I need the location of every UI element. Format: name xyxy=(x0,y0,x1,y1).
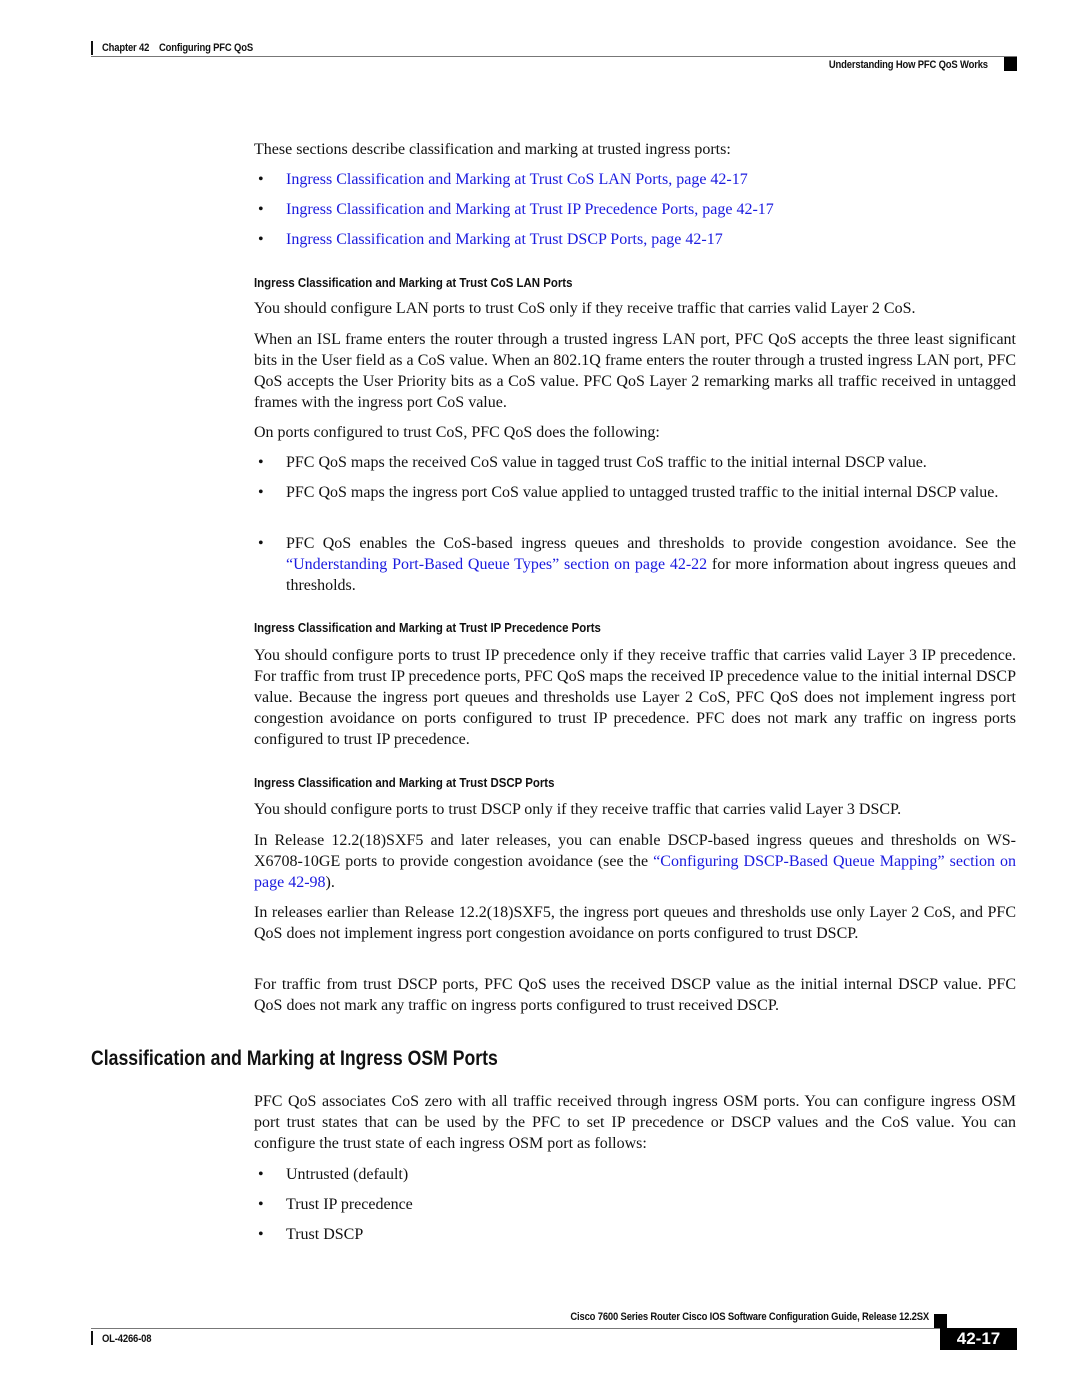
footer-left-bar xyxy=(91,1331,93,1345)
cos-paragraph-1: You should configure LAN ports to trust … xyxy=(254,300,916,317)
bullet-icon: • xyxy=(258,1166,264,1183)
bullet-icon: • xyxy=(258,171,264,188)
bullet-icon: • xyxy=(258,231,264,248)
heading-trust-ip-precedence: Ingress Classification and Marking at Tr… xyxy=(254,620,601,635)
bullet-text-pre: PFC QoS enables the CoS-based ingress qu… xyxy=(286,535,1016,552)
bullet-text: Trust IP precedence xyxy=(286,1196,413,1213)
bullet-icon: • xyxy=(258,201,264,218)
dscp-paragraph-3: In releases earlier than Release 12.2(18… xyxy=(254,904,1016,942)
osm-paragraph-1: PFC QoS associates CoS zero with all tra… xyxy=(254,1093,1016,1152)
intro-text: These sections describe classification a… xyxy=(254,141,731,158)
link-trust-ip-precedence[interactable]: Ingress Classification and Marking at Tr… xyxy=(286,199,1016,220)
heading-trust-cos: Ingress Classification and Marking at Tr… xyxy=(254,275,573,290)
header-left-bar xyxy=(91,41,93,55)
link-trust-cos-lan[interactable]: Ingress Classification and Marking at Tr… xyxy=(286,169,1016,190)
header-chapter: Chapter 42 Configuring PFC QoS xyxy=(102,42,253,54)
footer-rule xyxy=(91,1328,941,1329)
cos-paragraph-3: On ports configured to trust CoS, PFC Qo… xyxy=(254,424,660,441)
ipprec-paragraph-1: You should configure ports to trust IP p… xyxy=(254,647,1016,748)
link-trust-dscp[interactable]: Ingress Classification and Marking at Tr… xyxy=(286,229,1016,250)
bullet-text: PFC QoS enables the CoS-based ingress qu… xyxy=(286,533,1016,596)
bullet-text: Trust DSCP xyxy=(286,1226,364,1243)
cos-paragraph-2: When an ISL frame enters the router thro… xyxy=(254,331,1016,411)
bullet-icon: • xyxy=(258,1226,264,1243)
footer-doc-id: OL-4266-08 xyxy=(102,1333,152,1345)
chapter-title: Configuring PFC QoS xyxy=(159,42,253,54)
heading-ingress-osm-ports: Classification and Marking at Ingress OS… xyxy=(91,1047,498,1070)
dscp-paragraph-1: You should configure ports to trust DSCP… xyxy=(254,801,902,818)
link-port-based-queue-types[interactable]: “Understanding Port-Based Queue Types” s… xyxy=(286,556,707,573)
chapter-number: Chapter 42 xyxy=(102,42,150,54)
header-right-block xyxy=(1004,57,1017,71)
bullet-icon: • xyxy=(258,454,264,471)
footer-guide-title: Cisco 7600 Series Router Cisco IOS Softw… xyxy=(570,1311,929,1323)
bullet-icon: • xyxy=(258,1196,264,1213)
dscp-paragraph-2: In Release 12.2(18)SXF5 and later releas… xyxy=(254,830,1016,893)
page-number: 42-17 xyxy=(940,1328,1017,1350)
bullet-text: PFC QoS maps the ingress port CoS value … xyxy=(286,484,999,501)
dscp-p2-post: ). xyxy=(325,874,335,891)
bullet-icon: • xyxy=(258,484,264,501)
bullet-text: PFC QoS maps the received CoS value in t… xyxy=(286,454,927,471)
bullet-icon: • xyxy=(258,535,264,552)
footer-right-block xyxy=(934,1314,947,1328)
heading-trust-dscp: Ingress Classification and Marking at Tr… xyxy=(254,775,555,790)
header-rule xyxy=(91,56,1017,57)
header-section-title: Understanding How PFC QoS Works xyxy=(828,59,988,71)
dscp-paragraph-4: For traffic from trust DSCP ports, PFC Q… xyxy=(254,976,1016,1014)
bullet-text: Untrusted (default) xyxy=(286,1166,409,1183)
